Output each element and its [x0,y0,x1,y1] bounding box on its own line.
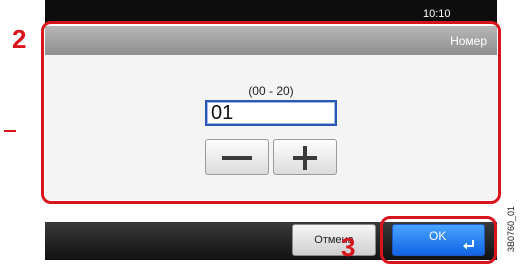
step-3-marker: 3 [341,232,356,262]
step-2-marker: 2 [12,24,27,54]
callout-line [4,130,16,132]
figure-code: 3B0760_01 [506,205,516,252]
clock: 10:10 [423,8,451,20]
step-2-highlight [41,21,501,204]
cancel-button[interactable]: Отмена [292,224,376,256]
step-3-highlight [380,216,497,264]
